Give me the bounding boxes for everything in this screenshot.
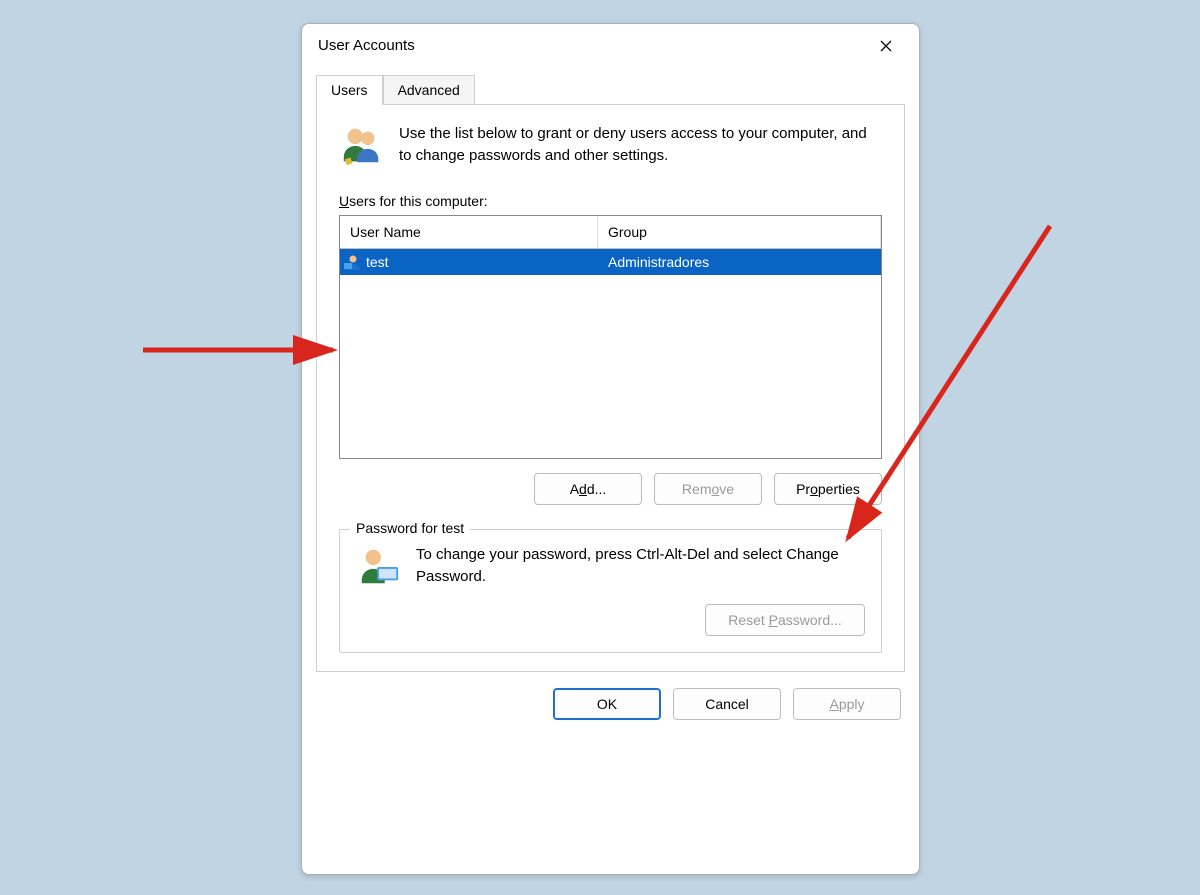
cancel-button[interactable]: Cancel: [673, 688, 781, 720]
password-text: To change your password, press Ctrl-Alt-…: [416, 544, 865, 588]
users-list[interactable]: User Name Group test Adminis: [339, 215, 882, 459]
user-accounts-dialog: User Accounts Users Advanced Use the lis…: [301, 23, 920, 875]
tabs: Users Advanced: [316, 75, 905, 105]
list-header: User Name Group: [340, 216, 881, 249]
titlebar: User Accounts: [302, 24, 919, 68]
reset-password-button: Reset Password...: [705, 604, 865, 636]
tab-advanced[interactable]: Advanced: [383, 75, 475, 105]
users-list-label: Users for this computer:: [339, 193, 882, 209]
ok-button[interactable]: OK: [553, 688, 661, 720]
remove-button: Remove: [654, 473, 762, 505]
add-button[interactable]: Add...: [534, 473, 642, 505]
row-username: test: [366, 254, 389, 270]
properties-button[interactable]: Properties: [774, 473, 882, 505]
apply-button: Apply: [793, 688, 901, 720]
window-title: User Accounts: [318, 37, 415, 54]
list-row[interactable]: test Administradores: [340, 249, 881, 275]
close-button[interactable]: [863, 30, 909, 62]
tab-users[interactable]: Users: [316, 75, 383, 105]
password-legend: Password for test: [350, 520, 470, 536]
close-icon: [880, 40, 892, 52]
user-icon: [344, 253, 362, 271]
dialog-buttons: OK Cancel Apply: [302, 672, 919, 736]
row-group: Administradores: [598, 254, 881, 270]
tab-panel-users: Use the list below to grant or deny user…: [316, 104, 905, 672]
users-icon: [339, 123, 385, 169]
intro: Use the list below to grant or deny user…: [339, 123, 882, 169]
intro-text: Use the list below to grant or deny user…: [399, 123, 882, 167]
password-icon: [356, 544, 402, 590]
column-group[interactable]: Group: [598, 216, 881, 248]
column-username[interactable]: User Name: [340, 216, 598, 248]
password-section: Password for test To change your passwor…: [339, 529, 882, 653]
